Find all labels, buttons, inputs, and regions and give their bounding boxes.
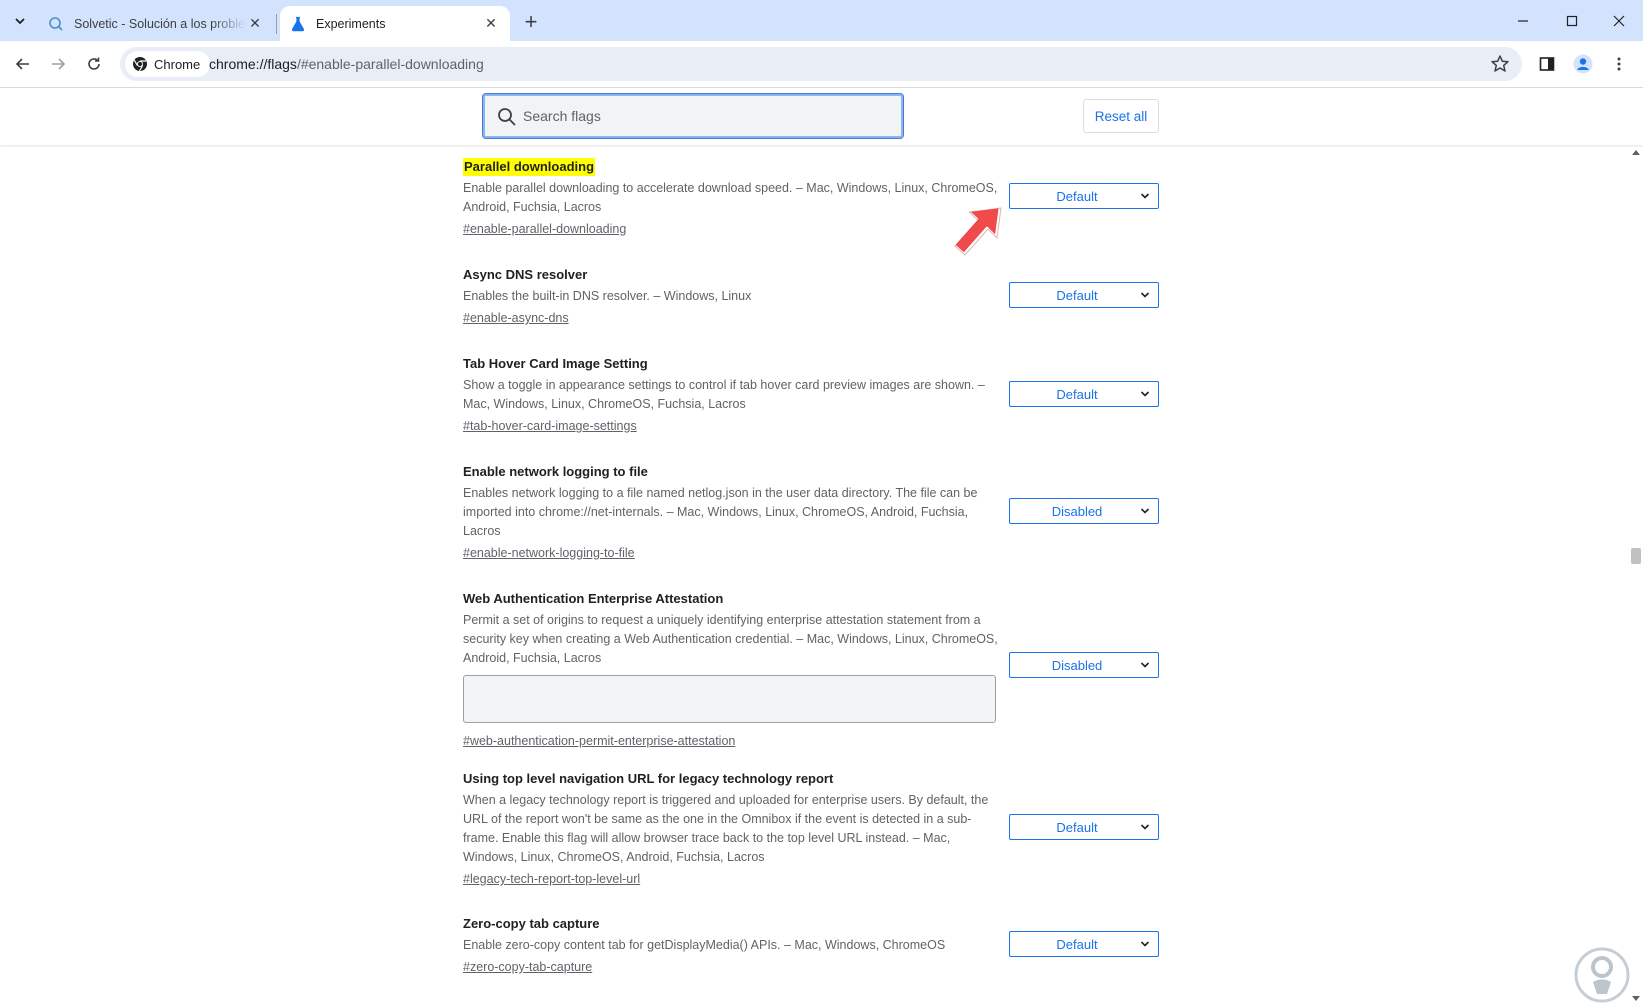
chevron-down-icon xyxy=(1140,824,1150,830)
select-value: Disabled xyxy=(1051,657,1103,673)
chevron-down-icon xyxy=(1140,662,1150,668)
experiment-description: Enable parallel downloading to accelerat… xyxy=(463,181,998,214)
vertical-scrollbar[interactable] xyxy=(1628,145,1643,1007)
close-icon[interactable]: ✕ xyxy=(482,15,500,33)
red-arrow-icon xyxy=(952,205,1002,256)
maximize-icon xyxy=(1566,15,1578,26)
bookmark-star-icon[interactable] xyxy=(1490,54,1510,74)
experiment-permalink[interactable]: #tab-hover-card-image-settings xyxy=(463,417,637,436)
chevron-down-icon xyxy=(15,18,25,25)
side-panel-button[interactable] xyxy=(1532,49,1562,79)
flags-header: Reset all xyxy=(0,88,1643,145)
solvetic-favicon-icon xyxy=(48,16,64,32)
select-value: Default xyxy=(1056,936,1098,952)
menu-button[interactable] xyxy=(1604,49,1634,79)
experiment-description: Enables the built-in DNS resolver. – Win… xyxy=(463,289,752,303)
tab-separator xyxy=(276,14,277,34)
reload-button[interactable] xyxy=(79,49,109,79)
solvetic-logo-icon xyxy=(1574,947,1630,1003)
browser-toolbar: Chrome chrome://flags/#enable-parallel-d… xyxy=(0,41,1643,88)
experiment-name: Using top level navigation URL for legac… xyxy=(463,771,834,786)
profile-button[interactable] xyxy=(1568,49,1598,79)
tab-search-button[interactable] xyxy=(8,9,32,33)
minimize-icon xyxy=(1518,19,1528,22)
avatar-icon xyxy=(1573,54,1593,74)
scroll-down-arrow[interactable] xyxy=(1632,996,1640,1001)
url-path: /#enable-parallel-downloading xyxy=(296,56,484,72)
tab-strip: Solvetic - Solución a los problemas ✕ Ex… xyxy=(0,0,1643,41)
select-value: Default xyxy=(1056,188,1098,204)
experiment-description: When a legacy technology report is trigg… xyxy=(463,793,989,864)
reload-icon xyxy=(88,57,100,70)
url-text[interactable]: chrome://flags/#enable-parallel-download… xyxy=(209,56,484,72)
experiment-description: Enable zero-copy content tab for getDisp… xyxy=(463,938,946,952)
reset-all-button[interactable]: Reset all xyxy=(1083,99,1159,133)
experiment-description: Show a toggle in appearance settings to … xyxy=(463,378,985,411)
experiment-permalink[interactable]: #legacy-tech-report-top-level-url xyxy=(463,870,640,889)
experiment-select[interactable]: Default xyxy=(1009,814,1159,840)
side-panel-icon xyxy=(1539,57,1555,71)
new-tab-button[interactable]: + xyxy=(518,9,544,35)
experiment-select[interactable]: Default xyxy=(1009,183,1159,209)
minimize-button[interactable] xyxy=(1499,0,1547,41)
experiment-select[interactable]: Default xyxy=(1009,282,1159,308)
experiment-select[interactable]: Default xyxy=(1009,931,1159,957)
chevron-down-icon xyxy=(1140,508,1150,514)
experiment-name: Parallel downloading xyxy=(463,158,596,176)
select-value: Default xyxy=(1056,819,1098,835)
experiment-select[interactable]: Disabled xyxy=(1009,498,1159,524)
chevron-down-icon xyxy=(1140,193,1150,199)
chevron-down-icon xyxy=(1140,292,1150,298)
arrow-left-icon xyxy=(15,58,29,70)
chip-label: Chrome xyxy=(154,56,201,72)
tab-solvetic[interactable]: Solvetic - Solución a los problemas ✕ xyxy=(38,6,274,41)
site-info-chip[interactable]: Chrome xyxy=(125,51,211,77)
experiment-description: Permit a set of origins to request a uni… xyxy=(463,613,998,665)
experiment-name: Enable network logging to file xyxy=(463,464,648,479)
tab-title: Solvetic - Solución a los problemas xyxy=(74,16,246,31)
maximize-button[interactable] xyxy=(1548,0,1596,41)
scroll-up-arrow[interactable] xyxy=(1632,150,1640,155)
chevron-down-icon xyxy=(1140,391,1150,397)
experiment-select[interactable]: Default xyxy=(1009,381,1159,407)
chevron-down-icon xyxy=(1140,941,1150,947)
forward-button[interactable] xyxy=(43,49,73,79)
close-icon xyxy=(1613,15,1625,26)
omnibox[interactable]: Chrome chrome://flags/#enable-parallel-d… xyxy=(120,47,1522,81)
search-input[interactable] xyxy=(523,104,893,128)
select-value: Disabled xyxy=(1051,503,1103,519)
experiment-name: Tab Hover Card Image Setting xyxy=(463,356,648,371)
experiments-list: Parallel downloading Enable parallel dow… xyxy=(0,145,1628,1007)
tab-title: Experiments xyxy=(316,16,386,31)
experiment-permalink[interactable]: #zero-copy-tab-capture xyxy=(463,958,592,977)
scrollbar-thumb[interactable] xyxy=(1631,548,1641,564)
arrow-right-icon xyxy=(52,58,66,70)
experiment-select[interactable]: Disabled xyxy=(1009,652,1159,678)
experiment-permalink[interactable]: #enable-network-logging-to-file xyxy=(463,544,635,563)
experiment-permalink[interactable]: #enable-parallel-downloading xyxy=(463,220,626,239)
close-icon[interactable]: ✕ xyxy=(246,15,264,33)
select-value: Default xyxy=(1056,287,1098,303)
experiment-name: Web Authentication Enterprise Attestatio… xyxy=(463,591,724,606)
more-vertical-icon xyxy=(1617,57,1621,71)
back-button[interactable] xyxy=(8,49,38,79)
experiment-description: Enables network logging to a file named … xyxy=(463,486,978,538)
close-window-button[interactable] xyxy=(1595,0,1643,41)
search-box[interactable] xyxy=(482,93,904,139)
flask-icon xyxy=(290,16,306,32)
url-host: chrome://flags xyxy=(209,56,297,72)
select-value: Default xyxy=(1056,386,1098,402)
search-icon xyxy=(498,108,516,126)
origins-textarea[interactable] xyxy=(463,675,996,723)
experiment-permalink[interactable]: #web-authentication-permit-enterprise-at… xyxy=(463,732,735,751)
tab-experiments[interactable]: Experiments ✕ xyxy=(280,6,510,41)
chrome-icon xyxy=(133,57,147,72)
experiment-permalink[interactable]: #enable-async-dns xyxy=(463,309,569,328)
